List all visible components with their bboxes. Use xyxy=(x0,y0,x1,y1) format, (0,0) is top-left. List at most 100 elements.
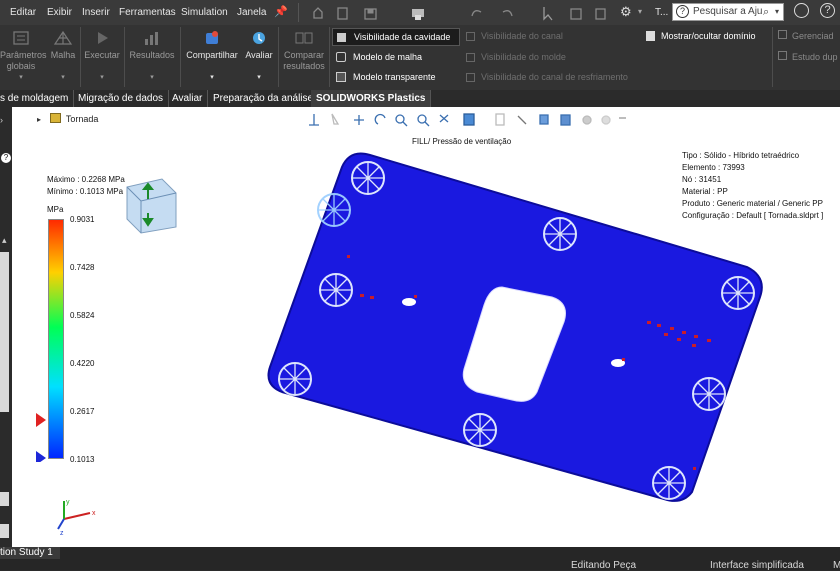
ribbon-global-params[interactable]: Parâmetros globais ▾ xyxy=(0,29,47,83)
orientation-cube[interactable] xyxy=(122,175,182,237)
part-model[interactable] xyxy=(252,147,782,507)
hole xyxy=(402,298,416,306)
tab-data-migration[interactable]: Migração de dados xyxy=(73,90,170,107)
ejector-pin-marker xyxy=(692,377,726,411)
status-editing: Editando Peça xyxy=(571,560,637,571)
mesh-model-icon xyxy=(336,52,346,62)
evaluate-icon xyxy=(253,32,265,44)
manager-label: Gerenciad xyxy=(792,31,834,41)
ejector-pin-marker xyxy=(278,362,312,396)
tree-root[interactable]: ▸ Tornada xyxy=(37,113,98,124)
manager-button[interactable]: Gerenciad xyxy=(778,28,834,44)
heads-up-toolbar[interactable] xyxy=(306,110,636,130)
scale-value: 0.2617 xyxy=(70,407,95,416)
ribbon-compare-line2: resultados xyxy=(283,61,325,71)
ribbon-mesh[interactable]: Malha ▾ xyxy=(48,29,78,83)
gear-icon[interactable]: ⚙ xyxy=(620,4,632,20)
cooling-visibility-button[interactable]: Visibilidade do canal de resfriamento xyxy=(464,69,634,87)
axis-y-label: y xyxy=(66,499,70,506)
graphics-viewport[interactable]: ▸ Tornada FILL/ Pressão de ventilação Má… xyxy=(12,107,840,547)
search-box[interactable]: ? Pesquisar a Aju ⌕ ▾ xyxy=(672,3,784,21)
part-icon xyxy=(49,113,61,123)
gear-dropdown-icon[interactable]: ▾ xyxy=(638,7,642,16)
share-icon xyxy=(206,31,218,44)
runner-visibility-label: Visibilidade do canal xyxy=(481,31,563,41)
scale-value: 0.1013 xyxy=(70,455,95,464)
menu-separator xyxy=(298,3,299,22)
tree-expand-icon[interactable]: ▸ xyxy=(37,115,41,124)
menu-exibir[interactable]: Exibir xyxy=(47,7,72,18)
search-dropdown-icon[interactable]: ▾ xyxy=(775,4,779,20)
study-tab[interactable]: tion Study 1 xyxy=(0,547,60,559)
cooling-icon xyxy=(466,73,475,82)
tab-analysis-prep[interactable]: Preparação da análise xyxy=(208,90,320,107)
menu-editar[interactable]: Editar xyxy=(10,7,36,18)
plot-min-label: Mínimo : 0.1013 MPa xyxy=(47,187,124,196)
tree-root-label: Tornada xyxy=(65,114,99,124)
domain-toggle-button[interactable]: Mostrar/ocultar domínio xyxy=(644,28,768,46)
cavity-visibility-button[interactable]: Visibilidade da cavidade xyxy=(332,28,460,46)
compare-icon xyxy=(295,32,313,44)
tab-solidworks-plastics[interactable]: SOLIDWORKS Plastics xyxy=(311,90,432,107)
ribbon-evaluate-label: Avaliar xyxy=(245,50,273,60)
panel-spinner[interactable] xyxy=(0,524,9,538)
ejector-pin-marker xyxy=(319,273,353,307)
axis-x-label: x xyxy=(92,510,96,517)
search-icon[interactable]: ⌕ xyxy=(763,4,769,20)
help-circle-icon[interactable]: ? xyxy=(820,3,835,18)
menu-simulation[interactable]: Simulation xyxy=(181,7,228,18)
plot-title: FILL/ Pressão de ventilação xyxy=(412,137,512,146)
ejector-pin-marker xyxy=(317,193,351,227)
panel-arrow-icon[interactable]: › xyxy=(0,115,12,127)
axis-z-label: z xyxy=(60,530,64,537)
ribbon-results[interactable]: Resultados ▾ xyxy=(127,29,177,83)
domain-toggle-label: Mostrar/ocultar domínio xyxy=(661,31,756,41)
run-icon xyxy=(98,32,108,44)
mesh-model-button[interactable]: Modelo de malha xyxy=(332,49,460,67)
ribbon-compare-line1: Comparar xyxy=(283,50,324,60)
ribbon-share[interactable]: Compartilhar ▾ xyxy=(183,29,241,83)
plot-max-label: Máximo : 0.2268 MPa xyxy=(47,175,125,184)
cavity-visibility-label: Visibilidade da cavidade xyxy=(354,32,451,42)
runner-icon xyxy=(466,32,475,41)
ribbon-evaluate[interactable]: Avaliar ▾ xyxy=(242,29,276,83)
ribbon-separator xyxy=(180,27,181,87)
command-tabs: s de moldagem Migração de dados Avaliar … xyxy=(0,90,840,107)
status-interface[interactable]: Interface simplificada xyxy=(710,560,804,571)
menu-ferramentas[interactable]: Ferramentas xyxy=(119,7,176,18)
tab-molding[interactable]: s de moldagem xyxy=(0,90,75,107)
transparent-model-button[interactable]: Modelo transparente xyxy=(332,69,460,87)
quick-access-toolbar xyxy=(313,7,606,21)
status-tail: M xyxy=(833,560,840,571)
scale-value: 0.5824 xyxy=(70,311,95,320)
panel-chevron-icon[interactable]: ▴ xyxy=(2,235,7,246)
menu-inserir[interactable]: Inserir xyxy=(82,7,110,18)
user-name[interactable]: T... xyxy=(655,7,668,18)
panel-scroll-area[interactable] xyxy=(0,252,9,412)
panel-spinner[interactable] xyxy=(0,492,9,506)
ejector-pin-marker xyxy=(652,466,686,500)
scale-min-marker[interactable] xyxy=(36,451,46,462)
mold-visibility-button[interactable]: Visibilidade do molde xyxy=(464,49,634,67)
status-bar: tion Study 1 Editando Peça Interface sim… xyxy=(0,547,840,571)
ribbon-compare[interactable]: Comparar resultados xyxy=(281,29,327,72)
search-input[interactable]: Pesquisar a Aju xyxy=(693,4,763,20)
runner-visibility-button[interactable]: Visibilidade do canal xyxy=(464,28,634,46)
cavity-icon xyxy=(337,33,346,42)
panel-help-icon[interactable]: ? xyxy=(1,153,11,163)
color-scale-bar xyxy=(48,219,64,459)
ribbon-separator xyxy=(124,27,125,87)
scale-range-markers[interactable] xyxy=(36,412,48,462)
scale-max-marker[interactable] xyxy=(36,413,46,427)
duplicate-icon xyxy=(778,51,787,60)
duplicate-study-button[interactable]: Estudo dup xyxy=(778,49,838,65)
transparent-model-icon xyxy=(336,72,346,82)
tab-evaluate[interactable]: Avaliar xyxy=(167,90,209,107)
ejector-pin-marker xyxy=(351,161,385,195)
pin-icon[interactable]: 📌 xyxy=(274,5,288,18)
menu-janela[interactable]: Janela xyxy=(237,7,266,18)
account-icon[interactable] xyxy=(794,3,809,18)
ejector-pin-marker xyxy=(463,413,497,447)
ribbon-run[interactable]: Executar ▾ xyxy=(83,29,121,83)
mesh-model-label: Modelo de malha xyxy=(353,52,423,62)
